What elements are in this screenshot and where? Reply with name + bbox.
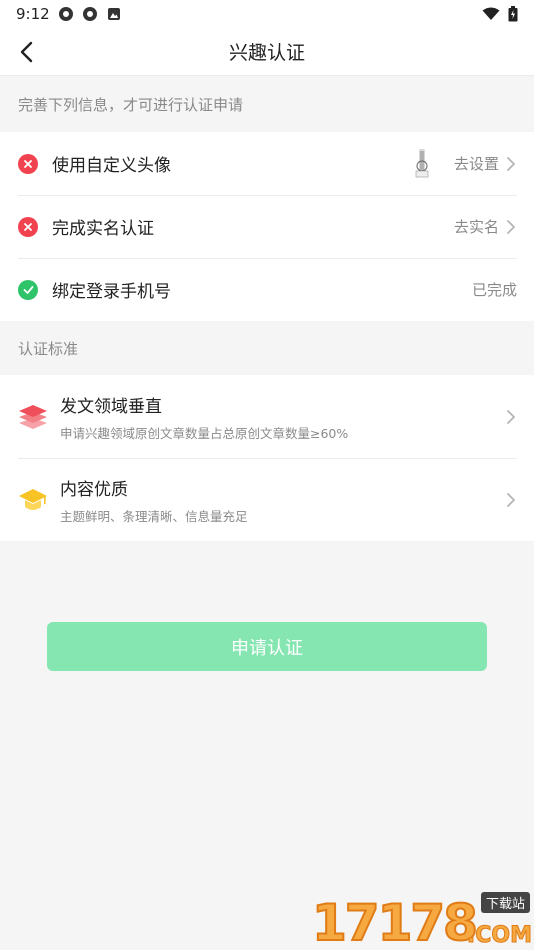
complete-status-icon <box>18 279 38 300</box>
status-bar-right <box>482 6 518 22</box>
watermark-digits: 17178 <box>311 893 479 950</box>
standard-text: 内容优质 主题鲜明、条理清晰、信息量充足 <box>60 475 505 525</box>
status-bar: 9:12 <box>0 0 534 28</box>
image-notification-icon <box>107 8 120 20</box>
layers-icon <box>19 404 47 429</box>
standard-row-vertical-domain[interactable]: 发文领域垂直 申请兴趣领域原创文章数量占总原创文章数量≥60% <box>0 375 534 458</box>
requirement-action: 去设置 <box>454 153 517 174</box>
apply-certification-button[interactable]: 申请认证 <box>47 622 487 671</box>
battery-icon <box>508 6 518 22</box>
incomplete-status-icon <box>18 153 38 174</box>
requirement-completed-text: 已完成 <box>471 281 517 299</box>
page-title: 兴趣认证 <box>228 42 305 64</box>
wifi-icon <box>482 7 500 20</box>
chevron-right-icon <box>507 156 515 171</box>
watermark-tag: 下载站 <box>480 892 530 913</box>
incomplete-status-icon <box>18 216 38 237</box>
requirements-list: 使用自定义头像 去设置 完成实名认证 去实名 绑定登录手机号 已完成 <box>0 132 534 321</box>
chevron-right-icon <box>507 492 515 507</box>
back-button[interactable] <box>12 38 40 66</box>
requirement-label: 使用自定义头像 <box>52 156 171 176</box>
standards-list: 发文领域垂直 申请兴趣领域原创文章数量占总原创文章数量≥60% 内容优质 主题鲜… <box>0 375 534 541</box>
status-bar-left: 9:12 <box>16 5 122 23</box>
requirement-label: 绑定登录手机号 <box>52 282 171 302</box>
standard-title: 内容优质 <box>60 479 128 500</box>
requirement-action: 去实名 <box>454 216 517 237</box>
requirement-row-real-name[interactable]: 完成实名认证 去实名 <box>0 195 534 258</box>
standard-title: 发文领域垂直 <box>60 396 162 417</box>
chevron-left-icon <box>20 41 33 63</box>
standard-row-quality-content[interactable]: 内容优质 主题鲜明、条理清晰、信息量充足 <box>0 458 534 541</box>
requirement-row-custom-avatar[interactable]: 使用自定义头像 去设置 <box>0 132 534 195</box>
set-avatar-link[interactable]: 去设置 <box>454 153 499 174</box>
watermark-domain: .COM <box>466 923 532 949</box>
app-notification-icon <box>82 7 97 21</box>
standard-text: 发文领域垂直 申请兴趣领域原创文章数量占总原创文章数量≥60% <box>60 392 505 442</box>
standards-section-label: 认证标准 <box>18 339 79 358</box>
chevron-right-icon <box>507 219 515 234</box>
graduation-cap-icon <box>19 488 47 510</box>
top-nav-bar: 兴趣认证 <box>0 28 534 76</box>
chevron-right-icon <box>507 409 515 424</box>
standard-subtitle: 主题鲜明、条理清晰、信息量充足 <box>60 508 248 524</box>
standard-subtitle: 申请兴趣领域原创文章数量占总原创文章数量≥60% <box>60 425 349 441</box>
real-name-link[interactable]: 去实名 <box>454 216 499 237</box>
requirement-label: 完成实名认证 <box>52 219 154 239</box>
status-time: 9:12 <box>16 5 50 23</box>
site-watermark: 17178 下载站 .COM <box>306 890 534 950</box>
requirements-section-label: 完善下列信息，才可进行认证申请 <box>18 95 244 114</box>
app-notification-icon <box>58 7 73 21</box>
requirement-row-phone: 绑定登录手机号 已完成 <box>0 258 534 321</box>
avatar-thumbnail <box>415 148 429 177</box>
